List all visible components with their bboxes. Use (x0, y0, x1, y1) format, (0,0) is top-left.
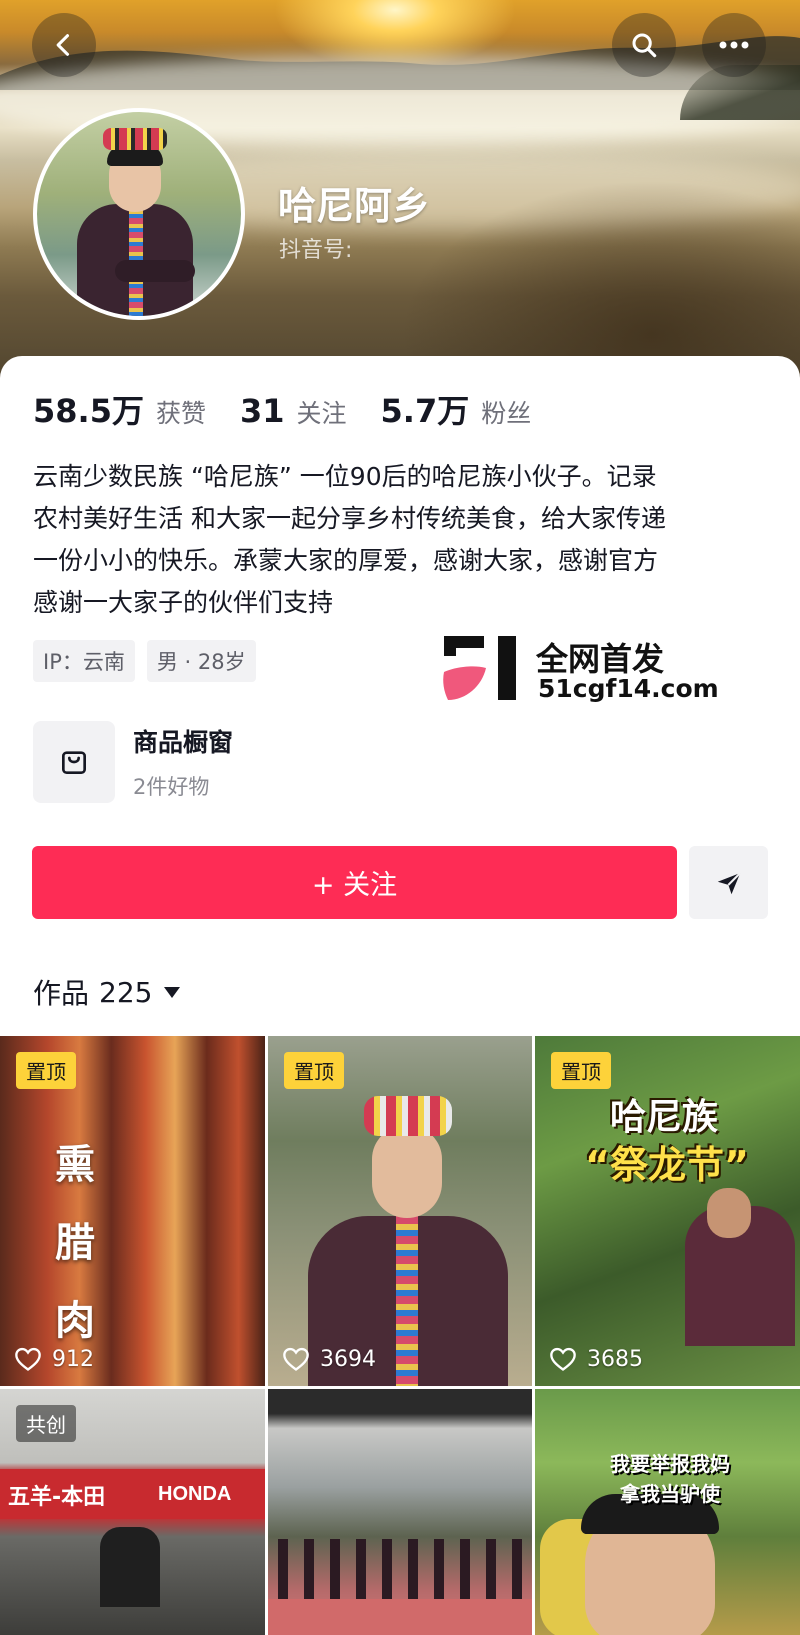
video-likes: 3694 (282, 1346, 376, 1372)
stat-label: 关注 (296, 399, 347, 428)
pinned-badge: 置顶 (284, 1052, 344, 1089)
video-figure (278, 1539, 522, 1599)
works-label: 作品 (33, 977, 90, 1010)
video-figure (707, 1188, 751, 1238)
profile-tags: IP：云南 男 · 28岁 (33, 640, 268, 682)
video-thumbnail[interactable]: 五羊-本田 HONDA 共创 (0, 1389, 265, 1635)
video-figure (100, 1527, 160, 1607)
caret-down-icon (164, 986, 181, 998)
stat-likes[interactable]: 58.5万 获赞 (33, 386, 206, 432)
video-overlay-text: 哈尼族 (610, 1097, 719, 1138)
shop-icon-box (33, 721, 115, 803)
more-icon (719, 41, 749, 49)
overlay-line: 我要举报我妈 (610, 1452, 730, 1476)
chevron-left-icon (56, 34, 70, 56)
profile-bio: 云南少数民族 “哈尼族” 一位90后的哈尼族小伙子。记录 农村美好生活 和大家一… (33, 462, 666, 617)
share-button[interactable] (689, 846, 768, 919)
douyin-id: 抖音号: (279, 238, 353, 263)
likes-count: 912 (52, 1346, 94, 1372)
stat-value: 5.7万 (380, 392, 470, 430)
stat-label: 获赞 (155, 399, 206, 428)
heart-icon (550, 1347, 576, 1371)
watermark-logo-icon (443, 636, 516, 700)
watermark: 全网首发 51cgf14.com (442, 634, 719, 706)
pinned-badge: 置顶 (16, 1052, 76, 1089)
video-likes: 3685 (549, 1346, 643, 1372)
pinned-badge: 置顶 (551, 1052, 611, 1089)
video-overlay-text: “祭龙节” (585, 1143, 749, 1187)
shopping-bag-icon (62, 751, 86, 774)
stat-following[interactable]: 31 关注 (240, 392, 347, 430)
send-icon (717, 871, 741, 894)
stat-value: 58.5万 (33, 392, 144, 430)
ip-location-tag: IP：云南 (33, 640, 135, 682)
follow-button[interactable]: + 关注 (32, 846, 677, 919)
back-button[interactable] (32, 13, 96, 77)
stats-row: 58.5万 获赞 31 关注 5.7万 粉丝 (33, 386, 565, 432)
storefront-sign: 五羊-本田 HONDA (0, 1469, 265, 1519)
likes-count: 3685 (587, 1346, 643, 1372)
avatar-figure (115, 260, 195, 282)
gender-age-tag: 男 · 28岁 (146, 640, 256, 682)
avatar-figure (103, 128, 167, 150)
video-thumbnail[interactable]: 熏腊肉 置顶 912 (0, 1036, 265, 1386)
video-figure (364, 1096, 452, 1136)
sign-brand: HONDA (158, 1483, 232, 1505)
profile-banner: 哈尼阿乡 抖音号: (0, 0, 800, 400)
profile-card: 58.5万 获赞 31 关注 5.7万 粉丝 云南少数民族 “哈尼族” 一位90… (0, 356, 800, 1035)
works-tab[interactable]: 作品 225 (33, 972, 181, 1012)
works-count: 225 (99, 975, 153, 1009)
video-figure (396, 1216, 418, 1386)
heart-icon (15, 1347, 41, 1371)
video-thumbnail[interactable] (268, 1389, 532, 1635)
username: 哈尼阿乡 (278, 184, 431, 228)
video-figure (268, 1599, 532, 1635)
video-grid: 熏腊肉 置顶 912 置顶 3694 哈尼族 “祭龙节” 置顶 3685 五羊-… (0, 1036, 800, 1635)
likes-count: 3694 (320, 1346, 376, 1372)
overlay-line: 拿我当驴使 (620, 1482, 720, 1506)
video-likes: 912 (14, 1346, 94, 1372)
stat-value: 31 (239, 392, 285, 430)
avatar[interactable] (33, 108, 245, 320)
video-thumbnail[interactable]: 我要举报我妈 拿我当驴使 (535, 1389, 800, 1635)
watermark-url: 51cgf14.com (538, 674, 719, 703)
stat-label: 粉丝 (481, 399, 532, 428)
sign-text: 五羊-本田 (8, 1485, 106, 1510)
video-overlay-text: 熏腊肉 (55, 1142, 95, 1344)
shop-window-entry[interactable]: 商品橱窗 2件好物 (33, 721, 233, 803)
stat-followers[interactable]: 5.7万 粉丝 (381, 386, 532, 432)
video-thumbnail[interactable]: 置顶 3694 (268, 1036, 532, 1386)
video-figure (372, 1126, 442, 1218)
shop-title: 商品橱窗 (133, 728, 234, 757)
heart-icon (283, 1347, 309, 1371)
search-button[interactable] (612, 13, 676, 77)
shop-subtitle: 2件好物 (133, 775, 210, 799)
video-thumbnail[interactable]: 哈尼族 “祭龙节” 置顶 3685 (535, 1036, 800, 1386)
cocreate-badge: 共创 (16, 1405, 76, 1442)
video-overlay-text: 我要举报我妈 拿我当驴使 (570, 1449, 770, 1509)
search-icon (632, 33, 657, 58)
more-button[interactable] (702, 13, 766, 77)
